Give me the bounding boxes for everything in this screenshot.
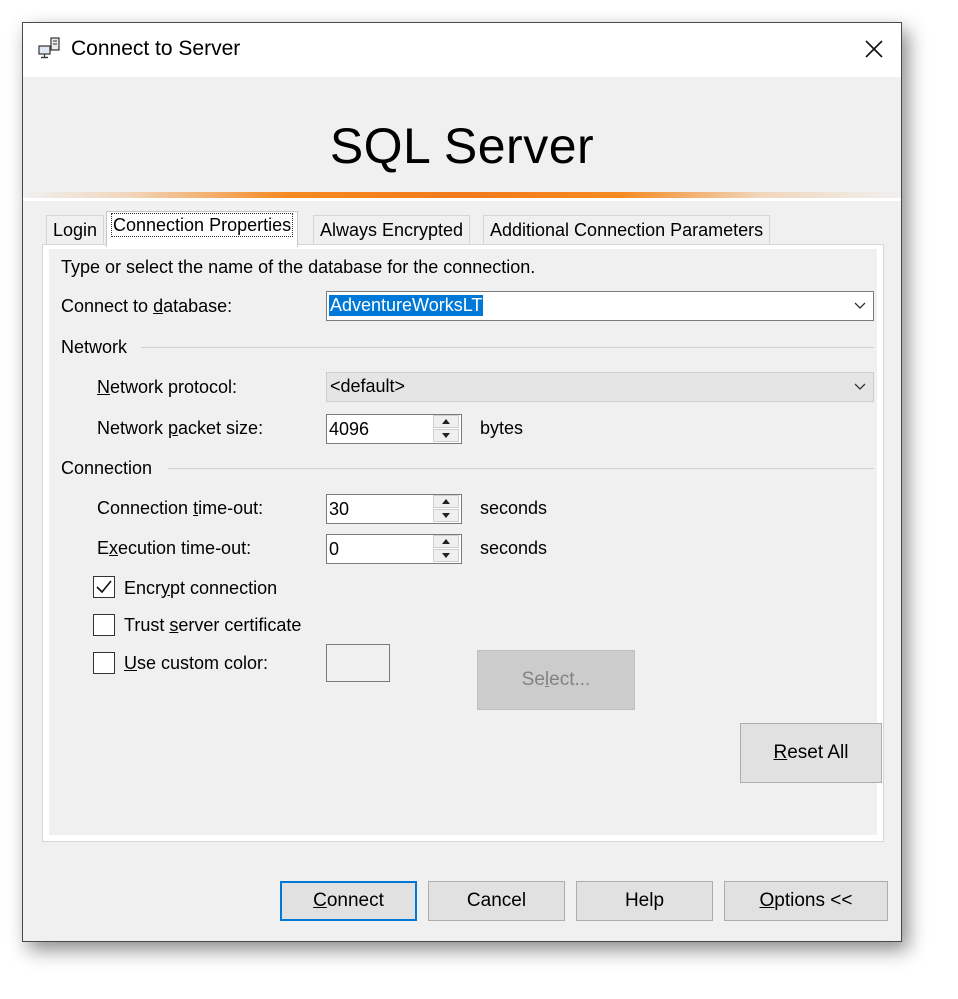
connect-database-label: Connect to database: xyxy=(61,296,233,316)
help-button[interactable]: Help xyxy=(576,881,713,921)
connection-group-label: Connection xyxy=(61,458,153,478)
tab-login-label: Login xyxy=(53,220,98,240)
cancel-button[interactable]: Cancel xyxy=(428,881,565,921)
use-custom-color-checkbox[interactable] xyxy=(93,652,115,674)
connection-timeout-value: 30 xyxy=(329,499,350,519)
title-bar: Connect to Server xyxy=(23,23,901,77)
window-title: Connect to Server xyxy=(71,37,241,60)
reset-all-button[interactable]: Reset All xyxy=(740,723,882,783)
connection-timeout-label: Connection time-out: xyxy=(97,498,264,518)
tab-connection-properties[interactable]: Connection Properties xyxy=(106,211,299,247)
network-protocol-combobox[interactable]: <default> xyxy=(326,372,874,402)
banner-divider xyxy=(23,198,901,201)
tab-always-encrypted-label: Always Encrypted xyxy=(320,220,464,240)
execution-timeout-label: Execution time-out: xyxy=(97,538,252,558)
caret-down-icon xyxy=(442,513,450,518)
server-connect-icon xyxy=(38,37,60,59)
tab-login[interactable]: Login xyxy=(46,215,105,245)
select-color-button[interactable]: Se l ect... xyxy=(477,650,635,710)
encrypt-connection-checkbox[interactable] xyxy=(93,576,115,598)
tab-connection-properties-label: Connection Properties xyxy=(110,213,294,237)
connection-timeout-unit: seconds xyxy=(480,498,548,518)
execution-timeout-up-button[interactable] xyxy=(433,535,459,548)
network-group-divider xyxy=(141,347,874,348)
connect-button[interactable]: Connect xyxy=(280,881,417,921)
caret-down-icon xyxy=(442,433,450,438)
tab-always-encrypted[interactable]: Always Encrypted xyxy=(313,215,471,245)
network-group-label: Network xyxy=(61,337,128,357)
execution-timeout-unit: seconds xyxy=(480,538,548,558)
caret-up-icon xyxy=(442,499,450,504)
packet-size-unit: bytes xyxy=(480,418,524,438)
encrypt-connection-label[interactable]: Encrypt connection xyxy=(124,578,277,599)
packet-size-down-button[interactable] xyxy=(433,429,459,442)
execution-timeout-stepper[interactable]: 0 xyxy=(326,534,462,564)
chevron-down-icon[interactable] xyxy=(853,299,867,313)
execution-timeout-down-button[interactable] xyxy=(433,549,459,562)
custom-color-swatch xyxy=(326,644,390,682)
execution-timeout-value: 0 xyxy=(329,539,340,559)
connection-properties-panel: Type or select the name of the database … xyxy=(42,244,884,842)
panel-body: Type or select the name of the database … xyxy=(49,249,882,835)
intro-text: Type or select the name of the database … xyxy=(61,257,536,277)
caret-up-icon xyxy=(442,419,450,424)
tab-additional-connection-parameters-label: Additional Connection Parameters xyxy=(490,220,764,240)
checkmark-icon xyxy=(96,580,112,594)
connect-database-value: AdventureWorksLT xyxy=(329,295,484,316)
use-custom-color-label[interactable]: Use custom color: xyxy=(124,653,268,674)
chevron-down-icon[interactable] xyxy=(853,380,867,394)
caret-down-icon xyxy=(442,553,450,558)
close-button[interactable] xyxy=(857,33,891,65)
tab-additional-connection-parameters[interactable]: Additional Connection Parameters xyxy=(483,215,771,245)
connect-dialog: Connect to Server SQL Server Login Conne… xyxy=(22,22,902,942)
trust-server-certificate-checkbox[interactable] xyxy=(93,614,115,636)
options-button[interactable]: Options << xyxy=(724,881,888,921)
connect-database-combobox[interactable]: AdventureWorksLT xyxy=(326,291,874,321)
banner-title: SQL Server xyxy=(329,118,595,174)
connection-timeout-stepper[interactable]: 30 xyxy=(326,494,462,524)
network-protocol-label: Network protocol: xyxy=(97,377,238,397)
packet-size-up-button[interactable] xyxy=(433,415,459,428)
connection-timeout-up-button[interactable] xyxy=(433,495,459,508)
close-icon xyxy=(865,40,883,58)
trust-server-certificate-label[interactable]: Trust server certificate xyxy=(124,615,301,636)
connection-group-divider xyxy=(168,468,874,469)
packet-size-value: 4096 xyxy=(329,419,370,439)
packet-size-label: Network packet size: xyxy=(97,418,264,438)
network-protocol-value: <default> xyxy=(330,376,406,396)
caret-up-icon xyxy=(442,539,450,544)
connection-timeout-down-button[interactable] xyxy=(433,509,459,522)
packet-size-stepper[interactable]: 4096 xyxy=(326,414,462,444)
product-banner: SQL Server xyxy=(23,77,901,217)
